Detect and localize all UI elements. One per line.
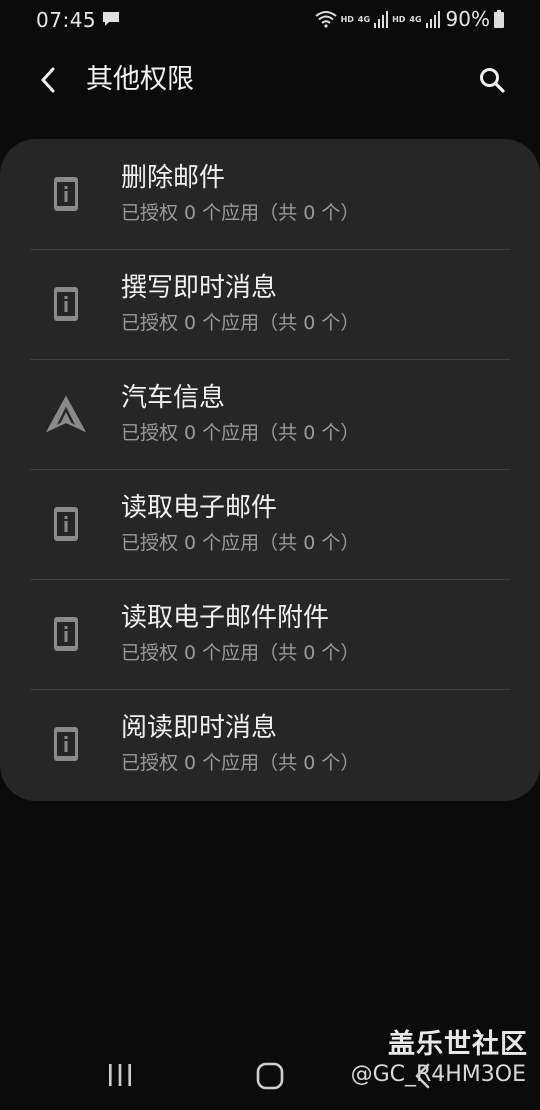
recent-apps-button[interactable] [102,1060,138,1090]
page-title: 其他权限 [86,64,194,95]
search-button[interactable] [472,60,512,100]
network-label-1: 4G [357,14,371,24]
permission-title: 读取电子邮件附件 [121,603,330,633]
permission-item-read-email[interactable]: 读取电子邮件 已授权 0 个应用（共 0 个） [0,469,540,579]
message-notification-icon [103,12,119,26]
hd-label-2: HD [392,14,406,24]
permission-title: 删除邮件 [121,163,226,193]
nav-back-icon [415,1063,430,1089]
permission-item-car-info[interactable]: 汽车信息 已授权 0 个应用（共 0 个） [0,359,540,469]
permission-item-read-email-attachments[interactable]: 读取电子邮件附件 已授权 0 个应用（共 0 个） [0,579,540,689]
hd-label-1: HD [340,14,354,24]
home-icon [256,1062,284,1090]
permission-subtitle: 已授权 0 个应用（共 0 个） [121,642,360,664]
device-info-icon [44,502,88,546]
signal-icon-2 [425,11,440,28]
status-bar: 07:45 HD 4G HD 4G 90% [0,0,540,40]
search-icon [480,68,505,93]
app-header: 其他权限 [0,48,540,112]
permission-subtitle: 已授权 0 个应用（共 0 个） [121,312,360,334]
android-auto-icon [44,392,88,436]
home-button[interactable] [252,1058,288,1094]
permission-title: 撰写即时消息 [121,273,278,303]
permission-subtitle: 已授权 0 个应用（共 0 个） [121,422,360,444]
permission-item-delete-email[interactable]: 删除邮件 已授权 0 个应用（共 0 个） [0,139,540,249]
permission-subtitle: 已授权 0 个应用（共 0 个） [121,532,360,554]
permission-item-read-im[interactable]: 阅读即时消息 已授权 0 个应用（共 0 个） [0,689,540,799]
permission-title: 汽车信息 [121,383,226,413]
device-info-icon [44,722,88,766]
signal-icon-1 [374,11,389,28]
navigation-bar [0,1040,540,1110]
nav-back-button[interactable] [404,1058,440,1094]
wifi-icon [314,11,337,28]
back-button[interactable] [30,62,66,98]
permission-subtitle: 已授权 0 个应用（共 0 个） [121,752,360,774]
status-time: 07:45 [36,8,97,32]
permission-title: 阅读即时消息 [121,713,278,743]
device-info-icon [44,282,88,326]
status-icons: HD 4G HD 4G 90% [314,6,504,32]
permission-subtitle: 已授权 0 个应用（共 0 个） [121,202,360,224]
permission-item-compose-im[interactable]: 撰写即时消息 已授权 0 个应用（共 0 个） [0,249,540,359]
device-info-icon [44,612,88,656]
device-info-icon [44,172,88,216]
back-arrow-icon [41,67,55,93]
permission-title: 读取电子邮件 [121,493,278,523]
battery-percent: 90% [445,7,490,31]
battery-icon [494,10,504,28]
permission-list: 删除邮件 已授权 0 个应用（共 0 个） 撰写即时消息 已授权 0 个应用（共… [0,139,540,801]
recent-apps-icon [109,1064,131,1086]
network-label-2: 4G [409,14,422,24]
